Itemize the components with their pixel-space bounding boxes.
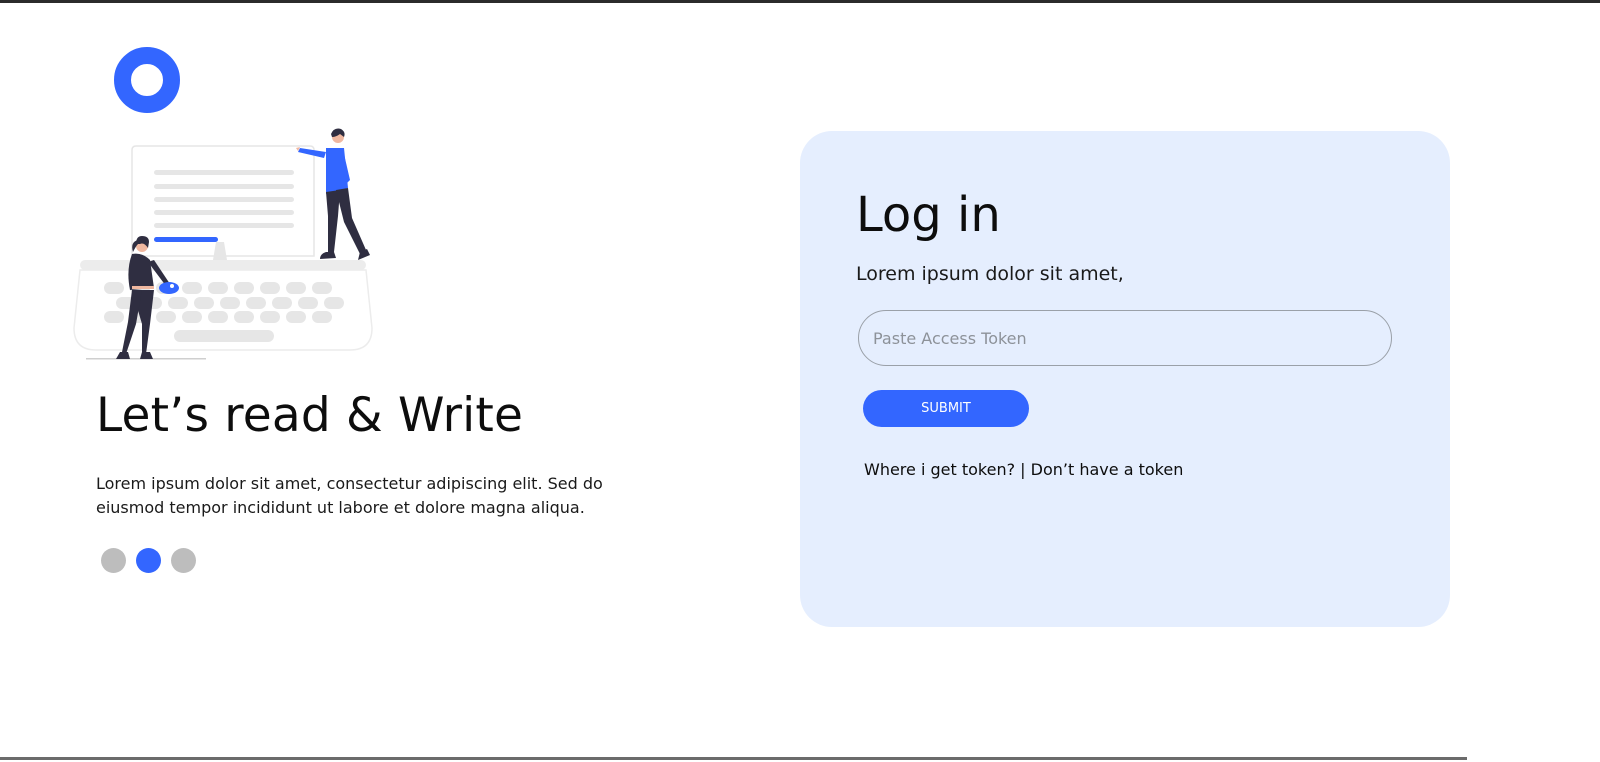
carousel-dot-2[interactable] — [136, 548, 161, 573]
typewriter-illustration — [73, 128, 373, 360]
no-token-link[interactable]: Don’t have a token — [1031, 460, 1184, 479]
bottom-divider — [0, 757, 1467, 760]
top-divider — [0, 0, 1600, 3]
link-separator: | — [1015, 460, 1031, 479]
carousel-dot-3[interactable] — [171, 548, 196, 573]
login-page: Let’s read & Write Lorem ipsum dolor sit… — [0, 0, 1600, 762]
hero-description: Lorem ipsum dolor sit amet, consectetur … — [96, 474, 603, 517]
ring-logo-icon — [114, 47, 180, 113]
login-card: Log in Lorem ipsum dolor sit amet, SUBMI… — [800, 131, 1450, 627]
login-subtitle: Lorem ipsum dolor sit amet, — [856, 263, 1124, 285]
login-title: Log in — [856, 187, 1001, 243]
carousel-dot-1[interactable] — [101, 548, 126, 573]
access-token-input[interactable] — [858, 310, 1392, 366]
hero-title: Let’s read & Write — [96, 388, 524, 443]
token-help-links: Where i get token? | Don’t have a token — [864, 460, 1183, 479]
submit-button[interactable]: SUBMIT — [863, 390, 1029, 427]
where-get-token-link[interactable]: Where i get token? — [864, 460, 1015, 479]
carousel-indicator — [101, 548, 196, 573]
